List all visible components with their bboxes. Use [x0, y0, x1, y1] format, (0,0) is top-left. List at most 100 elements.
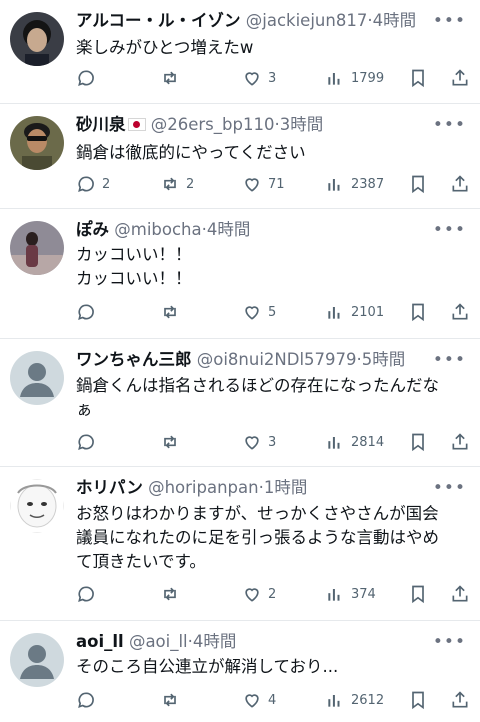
display-name[interactable]: アルコー・ル・イゾン	[76, 11, 241, 30]
retweet-button[interactable]: 2	[160, 173, 194, 195]
timestamp[interactable]: 4時間	[193, 632, 237, 651]
views-button[interactable]: 2814	[325, 431, 384, 453]
avatar[interactable]	[10, 633, 64, 687]
display-name[interactable]: ぽみ	[76, 220, 109, 239]
views-button[interactable]: 2101	[325, 301, 384, 323]
avatar[interactable]	[10, 479, 64, 533]
tweet-text: 鍋倉くんは指名されるほどの存在になったんだな ぁ	[76, 376, 439, 419]
share-button[interactable]	[450, 431, 470, 453]
views-icon	[325, 68, 345, 88]
tweet-header: 砂川泉 @26ers_bp110·3時間	[76, 114, 436, 136]
bookmark-button[interactable]	[408, 431, 428, 453]
tweet-text: そのころ自公連立が解消しており...	[76, 657, 339, 676]
like-button[interactable]: 5	[242, 301, 276, 323]
tweet[interactable]: 砂川泉 @26ers_bp110·3時間 ••• 鍋倉は徹底的にやってください …	[0, 104, 480, 209]
heart-icon	[242, 302, 262, 322]
retweet-icon	[160, 68, 180, 88]
retweet-button[interactable]	[160, 583, 186, 605]
retweet-button[interactable]	[160, 689, 186, 711]
reply-icon	[76, 432, 96, 452]
views-icon	[325, 174, 345, 194]
like-button[interactable]: 3	[242, 67, 276, 89]
user-handle[interactable]: @aoi_ll	[129, 632, 188, 651]
timestamp[interactable]: 3時間	[280, 115, 324, 134]
bookmark-button[interactable]	[408, 173, 428, 195]
views-button[interactable]: 1799	[325, 67, 384, 89]
reply-button[interactable]	[76, 301, 102, 323]
avatar[interactable]	[10, 351, 64, 405]
share-button[interactable]	[450, 583, 470, 605]
tweet[interactable]: ワンちゃん三郎 @oi8nui2NDl57979·5時間 ••• 鍋倉くんは指名…	[0, 339, 480, 467]
user-handle[interactable]: @horipanpan	[148, 478, 259, 497]
tweet-header: ホリパン @horipanpan·1時間	[76, 477, 436, 499]
action-bar: 3 1799	[76, 67, 480, 89]
action-bar: 2 2 71 2387	[76, 173, 480, 195]
views-button[interactable]: 2387	[325, 173, 384, 195]
reply-button[interactable]	[76, 431, 102, 453]
bookmark-button[interactable]	[408, 301, 428, 323]
bookmark-button[interactable]	[408, 583, 428, 605]
view-count: 2101	[351, 304, 385, 320]
share-icon	[450, 690, 470, 710]
bookmark-button[interactable]	[408, 689, 428, 711]
reply-icon	[76, 690, 96, 710]
reply-button[interactable]	[76, 67, 102, 89]
reply-icon	[76, 174, 96, 194]
timestamp[interactable]: 4時間	[373, 11, 417, 30]
user-handle[interactable]: @mibocha	[114, 220, 201, 239]
like-button[interactable]: 71	[242, 173, 285, 195]
views-button[interactable]: 374	[325, 583, 376, 605]
retweet-button[interactable]	[160, 431, 186, 453]
timestamp[interactable]: 1時間	[264, 478, 308, 497]
display-name[interactable]: ホリパン	[76, 478, 143, 497]
more-icon[interactable]: •••	[433, 634, 466, 651]
retweet-icon	[160, 432, 180, 452]
tweet[interactable]: アルコー・ル・イゾン @jackiejun817·4時間 ••• 楽しみがひとつ…	[0, 0, 480, 104]
tweet[interactable]: ホリパン @horipanpan·1時間 ••• お怒りはわかりますが、せっかく…	[0, 467, 480, 621]
avatar[interactable]	[10, 221, 64, 275]
timestamp[interactable]: 5時間	[362, 350, 406, 369]
more-icon[interactable]: •••	[433, 352, 466, 369]
view-count: 2387	[351, 176, 385, 192]
user-handle[interactable]: @oi8nui2NDl57979	[197, 350, 357, 369]
reply-button[interactable]	[76, 689, 102, 711]
more-icon[interactable]: •••	[433, 222, 466, 239]
like-button[interactable]: 2	[242, 583, 276, 605]
more-icon[interactable]: •••	[433, 117, 466, 134]
share-button[interactable]	[450, 689, 470, 711]
retweet-button[interactable]	[160, 67, 186, 89]
bookmark-button[interactable]	[408, 67, 428, 89]
tweet-header: aoi_ll @aoi_ll·4時間	[76, 631, 436, 653]
avatar[interactable]	[10, 116, 64, 170]
reply-button[interactable]: 2	[76, 173, 110, 195]
reply-icon	[76, 302, 96, 322]
more-icon[interactable]: •••	[433, 13, 466, 30]
display-name[interactable]: aoi_ll	[76, 632, 124, 651]
bookmark-icon	[408, 302, 428, 322]
like-button[interactable]: 4	[242, 689, 276, 711]
share-button[interactable]	[450, 301, 470, 323]
display-name[interactable]: 砂川泉	[76, 115, 126, 134]
views-button[interactable]: 2612	[325, 689, 384, 711]
like-button[interactable]: 3	[242, 431, 276, 453]
like-count: 71	[268, 176, 285, 192]
share-button[interactable]	[450, 67, 470, 89]
timestamp[interactable]: 4時間	[207, 220, 251, 239]
user-handle[interactable]: @jackiejun817	[246, 11, 368, 30]
avatar[interactable]	[10, 12, 64, 66]
tweet[interactable]: aoi_ll @aoi_ll·4時間 ••• そのころ自公連立が解消しており..…	[0, 621, 480, 722]
share-button[interactable]	[450, 173, 470, 195]
retweet-button[interactable]	[160, 301, 186, 323]
user-handle[interactable]: @26ers_bp110	[151, 115, 275, 134]
more-icon[interactable]: •••	[433, 480, 466, 497]
bookmark-icon	[408, 432, 428, 452]
heart-icon	[242, 690, 262, 710]
japan-flag-icon	[127, 118, 146, 131]
action-bar: 2 374	[76, 583, 480, 605]
heart-icon	[242, 68, 262, 88]
reply-icon	[76, 584, 96, 604]
tweet[interactable]: ぽみ @mibocha·4時間 ••• カッコいい！！ カッコいい！！ 5 21…	[0, 209, 480, 339]
reply-button[interactable]	[76, 583, 102, 605]
view-count: 2612	[351, 692, 385, 708]
display-name[interactable]: ワンちゃん三郎	[76, 350, 192, 369]
